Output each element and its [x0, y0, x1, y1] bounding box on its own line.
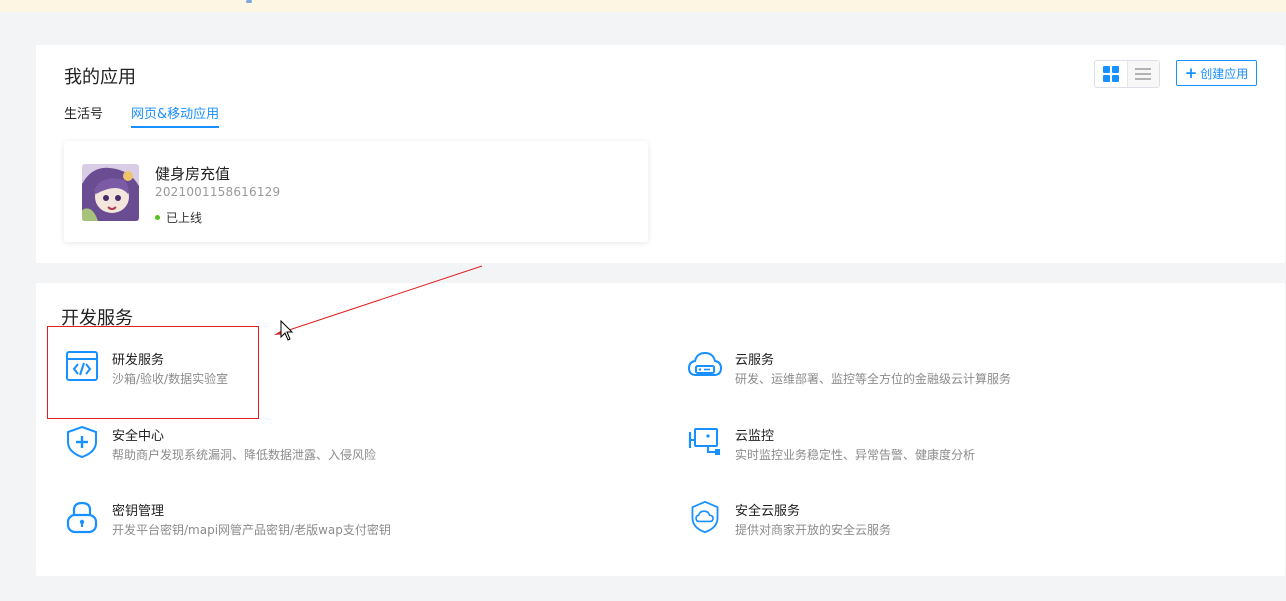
status-dot-icon	[155, 215, 160, 220]
create-app-button[interactable]: + 创建应用	[1176, 60, 1257, 86]
shield-plus-icon	[67, 425, 97, 459]
service-name: 安全中心	[112, 429, 165, 444]
grid-view-button[interactable]	[1095, 61, 1127, 87]
service-desc: 实时监控业务稳定性、异常告警、健康度分析	[735, 448, 976, 462]
shield-cloud-icon	[691, 500, 719, 534]
camera-monitor-icon	[688, 428, 720, 455]
service-desc: 开发平台密钥/mapi网管产品密钥/老版wap支付密钥	[112, 523, 391, 537]
service-name: 密钥管理	[112, 504, 165, 519]
app-status-label: 已上线	[166, 211, 203, 225]
banner-link-fragment	[246, 0, 252, 3]
app-avatar	[82, 164, 139, 221]
create-app-label: 创建应用	[1200, 66, 1249, 81]
service-name: 安全云服务	[735, 504, 801, 519]
grid-icon	[1102, 66, 1119, 82]
tab-web-mobile-apps[interactable]: 网页&移动应用	[131, 103, 220, 128]
app-card[interactable]: 健身房充值 2021001158616129 已上线	[64, 141, 648, 242]
lock-icon	[66, 501, 98, 534]
view-toggle	[1094, 60, 1160, 88]
service-desc: 提供对商家开放的安全云服务	[735, 523, 892, 537]
service-desc: 研发、运维部署、监控等全方位的金融级云计算服务	[735, 372, 1012, 386]
list-icon	[1135, 68, 1152, 80]
app-status: 已上线	[155, 209, 202, 226]
app-type-tabs: 生活号 网页&移动应用	[64, 103, 220, 128]
my-apps-title: 我的应用	[64, 67, 136, 88]
tab-life-account[interactable]: 生活号	[64, 103, 103, 128]
service-name: 云服务	[735, 353, 775, 368]
cloud-server-icon	[688, 351, 722, 376]
app-id: 2021001158616129	[155, 185, 281, 199]
service-name: 云监控	[735, 429, 775, 444]
service-desc: 帮助商户发现系统漏洞、降低数据泄露、入侵风险	[112, 448, 377, 462]
plus-icon: +	[1184, 63, 1198, 82]
annotation-highlight-box	[47, 326, 259, 419]
my-apps-panel: 我的应用 生活号 网页&移动应用 + 创建应用 健身房充值 2021001158…	[36, 45, 1285, 263]
notice-banner	[0, 0, 1286, 12]
list-view-button[interactable]	[1126, 61, 1159, 87]
app-name: 健身房充值	[155, 165, 231, 183]
